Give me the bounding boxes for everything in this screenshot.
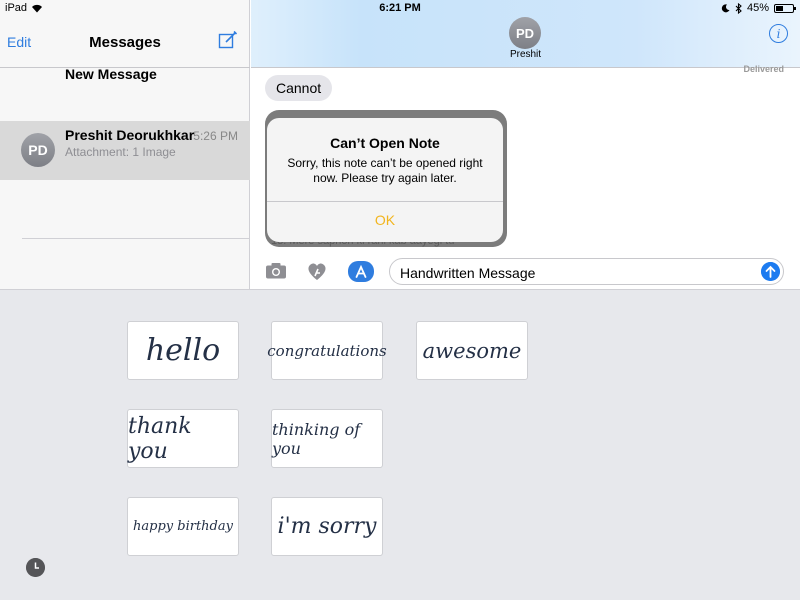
battery-icon: [774, 3, 796, 13]
battery-percent: 45%: [746, 2, 769, 14]
new-message-item[interactable]: New Message: [65, 66, 157, 82]
contact-name[interactable]: Preshit: [251, 49, 800, 60]
message-bubble[interactable]: Cannot: [265, 75, 333, 101]
status-bar: iPad 6:21 PM 45%: [0, 0, 800, 17]
bluetooth-icon: [735, 2, 742, 14]
avatar: PD: [21, 133, 55, 167]
camera-icon[interactable]: [265, 262, 287, 279]
status-time: 6:21 PM: [379, 2, 421, 14]
sidebar-title: Messages: [89, 34, 161, 51]
conversation-name: Preshit Deorukhkar: [65, 127, 195, 143]
app-store-icon[interactable]: [348, 261, 374, 282]
conversation-preview: Attachment: 1 Image: [65, 145, 176, 159]
handwriting-card-congratulations[interactable]: congratulations: [267, 321, 387, 380]
delivered-label: Delivered: [743, 64, 784, 74]
ok-button[interactable]: OK: [267, 212, 503, 228]
info-icon[interactable]: i: [769, 24, 788, 43]
sidebar-header: Edit Messages: [0, 17, 250, 68]
handwriting-card-im-sorry[interactable]: i'm sorry: [271, 497, 383, 556]
handwriting-card-thinking-of-you[interactable]: thinking of you: [271, 409, 383, 468]
handwriting-card-thank-you[interactable]: thank you: [127, 409, 239, 468]
moon-icon: [721, 3, 730, 12]
status-right: 45%: [721, 2, 796, 14]
list-divider: [22, 238, 250, 239]
send-button[interactable]: [761, 262, 780, 281]
handwriting-card-hello[interactable]: hello: [127, 321, 239, 380]
digital-touch-icon[interactable]: [306, 260, 328, 282]
conversation-row[interactable]: PD Preshit Deorukhkar 5:26 PM Attachment…: [0, 121, 250, 180]
handwriting-card-awesome[interactable]: awesome: [416, 321, 528, 380]
message-input-text: Handwritten Message: [400, 265, 536, 281]
battery-fill: [776, 5, 783, 11]
alert-dialog: Can’t Open Note Sorry, this note can’t b…: [267, 118, 503, 242]
conversation-pane: PD Preshit i Delivered Cannot 13. Mere s…: [251, 0, 800, 289]
alert-message: Sorry, this note can’t be opened right n…: [287, 156, 483, 185]
alert-divider: [267, 201, 503, 202]
conversation-sidebar: Edit Messages New Message PD Preshit Deo…: [0, 0, 250, 289]
compose-icon[interactable]: [218, 30, 238, 50]
handwriting-card-happy-birthday[interactable]: happy birthday: [127, 497, 239, 556]
alert-title: Can’t Open Note: [330, 135, 440, 151]
message-input[interactable]: Handwritten Message: [389, 258, 784, 285]
contact-avatar[interactable]: PD: [509, 17, 541, 49]
clock-icon[interactable]: [26, 558, 45, 577]
handwriting-panel: hello congratulations awesome thank you …: [0, 289, 800, 600]
conversation-time: 5:26 PM: [193, 129, 238, 143]
